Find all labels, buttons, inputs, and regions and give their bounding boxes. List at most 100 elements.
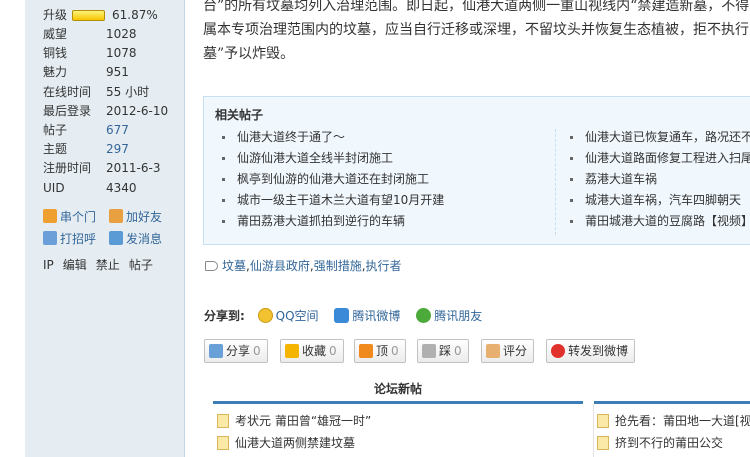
related-posts-box: 相关帖子 仙港大道终于通了～ 仙游仙港大道全线半封闭施工枫亭到仙游的仙港大道还在封…: [203, 96, 750, 245]
new-post-link[interactable]: 仙港大道两侧禁建坟墓: [235, 436, 355, 450]
tag-link[interactable]: 强制措施: [314, 259, 362, 273]
weibo-icon: [551, 344, 565, 358]
related-post-link[interactable]: 莆田荔港大道抓拍到逆行的车辆: [237, 214, 405, 228]
document-icon: [597, 414, 609, 428]
related-post-item[interactable]: 仙港大道路面修复工程进入扫尾: [570, 148, 750, 169]
related-divider: [555, 129, 556, 235]
related-post-item[interactable]: 城市一级主干道木兰大道有望10月开建: [222, 190, 444, 211]
related-post-item[interactable]: 枫亭到仙游的仙港大道还在封闭施工: [222, 169, 444, 190]
favorite-button[interactable]: 收藏 0: [280, 339, 344, 363]
share-button[interactable]: 分享 0: [204, 339, 268, 363]
share-tencent-friends-link[interactable]: 腾讯朋友: [416, 307, 482, 325]
stat-value: 951: [106, 65, 129, 80]
arrow-down-icon: [422, 344, 436, 358]
down-vote-count: 0: [454, 344, 462, 358]
up-vote-label: 顶: [376, 344, 389, 358]
share-count: 0: [253, 344, 261, 358]
related-post-link[interactable]: 枫亭到仙游的仙港大道还在封闭施工: [237, 172, 429, 186]
related-posts-title: 相关帖子: [215, 108, 264, 122]
post-line: 属本专项治理范围内的坟墓，应当自行迁移或深埋，不留坟头并恢复生态植被，拒不执行: [203, 22, 749, 38]
related-post-item[interactable]: 莆田荔港大道抓拍到逆行的车辆: [222, 211, 444, 232]
new-post-item[interactable]: 考状元 莆田曾“雄冠一时”: [217, 410, 371, 432]
stat-label: 最后登录: [43, 103, 92, 118]
tag-link[interactable]: 仙游县政府: [250, 259, 310, 273]
rate-button[interactable]: 评分: [481, 339, 535, 363]
related-post-link[interactable]: 城港大道车祸，汽车四脚朝天: [585, 193, 741, 207]
tag-link[interactable]: 坟墓: [222, 259, 246, 273]
envelope-icon: [109, 231, 123, 245]
add-friend-label: 加好友: [126, 210, 163, 224]
related-post-link[interactable]: 仙游仙港大道全线半封闭施工: [237, 151, 393, 165]
new-post-link[interactable]: 抢先看：莆田地一大道[视: [615, 414, 750, 428]
new-post-item[interactable]: 抢先看：莆田地一大道[视: [597, 410, 750, 432]
post-line: 墓”予以炸毁。: [203, 46, 295, 62]
down-vote-button[interactable]: 踩0: [417, 339, 469, 363]
user-info-sidebar: 升级 61.87% 威望 1028 铜钱 1078 魅力 951 在线时间 55 小时 最后登录…: [25, 0, 185, 457]
post-line: 台”的所有坟墓均列入治理范围。即日起，仙港大道两侧一重山视线内“禁建造新墓，不得: [203, 0, 750, 14]
star-icon: [285, 344, 299, 358]
greet-link[interactable]: 打招呼: [43, 230, 96, 248]
related-post-link[interactable]: 荔港大道车祸: [585, 172, 657, 186]
message-link[interactable]: 发消息: [109, 230, 162, 248]
stat-value[interactable]: 677: [106, 121, 129, 140]
down-vote-label: 踩: [439, 344, 452, 358]
related-post-link[interactable]: 仙港大道路面修复工程进入扫尾: [585, 151, 750, 165]
bullet-icon: [570, 157, 573, 160]
document-icon: [217, 414, 229, 428]
share-qzone-label: QQ空间: [275, 309, 319, 323]
stat-label: 注册时间: [43, 161, 92, 176]
new-post-item[interactable]: 仙港大道两侧禁建坟墓: [217, 432, 371, 454]
bullet-icon: [222, 199, 225, 202]
new-post-link[interactable]: 挤到不行的莆田公交: [615, 436, 723, 450]
admin-ban-link[interactable]: 禁止: [96, 258, 120, 272]
share-label: 分享到:: [204, 309, 245, 323]
stat-label: UID: [43, 180, 65, 195]
share-bar: 分享到: QQ空间 腾讯微博 腾讯朋友: [204, 307, 494, 325]
related-post-item[interactable]: 仙港大道终于通了～: [222, 127, 444, 148]
stat-label: 主题: [43, 142, 68, 157]
new-posts-left: 考状元 莆田曾“雄冠一时” 仙港大道两侧禁建坟墓: [217, 410, 371, 454]
admin-posts-link[interactable]: 帖子: [129, 258, 153, 272]
share-tencent-friends-label: 腾讯朋友: [434, 309, 483, 323]
user-greet-icon: [43, 231, 57, 245]
stat-label: 魅力: [43, 65, 68, 80]
related-post-item[interactable]: 仙港大道已恢复通车，路况还不错: [570, 127, 750, 148]
stat-value[interactable]: 297: [106, 140, 129, 159]
related-post-item[interactable]: 荔港大道车祸: [570, 169, 750, 190]
related-post-link[interactable]: 仙港大道已恢复通车，路况还不错: [585, 130, 750, 144]
favorite-button-label: 收藏: [302, 344, 327, 358]
visit-link[interactable]: 串个门: [43, 208, 96, 226]
tag-list: 坟墓,仙游县政府,强制措施,执行者: [205, 257, 402, 275]
related-post-item[interactable]: 城港大道车祸，汽车四脚朝天: [570, 190, 750, 211]
bullet-icon: [570, 136, 573, 139]
new-post-link[interactable]: 考状元 莆田曾“雄冠一时”: [235, 414, 371, 428]
related-post-item[interactable]: 仙游仙港大道全线半封闭施工: [222, 148, 444, 169]
document-icon: [597, 436, 609, 450]
related-post-item[interactable]: 莆田城港大道的豆腐路【视频】: [570, 211, 750, 232]
admin-edit-link[interactable]: 编辑: [63, 258, 87, 272]
share-tencent-weibo-link[interactable]: 腾讯微博: [334, 307, 400, 325]
forward-weibo-button[interactable]: 转发到微博: [546, 339, 636, 363]
stat-value: 4340: [106, 180, 137, 195]
up-vote-button[interactable]: 顶0: [354, 339, 406, 363]
new-post-item[interactable]: 挤到不行的莆田公交: [597, 432, 750, 454]
rate-button-label: 评分: [503, 344, 528, 358]
share-qzone-link[interactable]: QQ空间: [257, 307, 319, 325]
share-icon: [209, 344, 223, 358]
admin-ip-link[interactable]: IP: [43, 258, 54, 272]
level-percent: 61.87%: [112, 8, 158, 22]
add-friend-link[interactable]: 加好友: [109, 208, 162, 226]
stat-label: 威望: [43, 27, 68, 41]
related-post-link[interactable]: 城市一级主干道木兰大道有望10月开建: [237, 193, 444, 207]
bullet-icon: [222, 220, 225, 223]
tag-link[interactable]: 执行者: [366, 259, 402, 273]
related-post-link[interactable]: 莆田城港大道的豆腐路【视频】: [585, 214, 750, 228]
admin-links: IP 编辑 禁止 帖子: [43, 256, 162, 274]
stat-value: 1078: [106, 46, 137, 61]
bullet-icon: [570, 220, 573, 223]
up-vote-count: 0: [391, 344, 399, 358]
related-posts-left: 仙港大道终于通了～ 仙游仙港大道全线半封闭施工枫亭到仙游的仙港大道还在封闭施工城市…: [222, 127, 444, 232]
stat-value: 2012-6-10: [106, 103, 169, 118]
stat-value: 2011-6-3: [106, 161, 161, 176]
related-post-link[interactable]: 仙港大道终于通了～: [237, 130, 345, 144]
